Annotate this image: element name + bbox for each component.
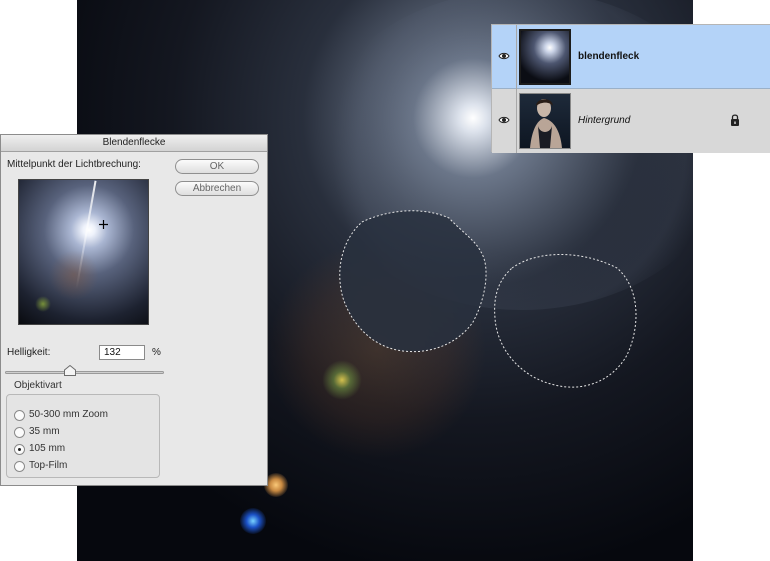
- layer-row-blendenfleck[interactable]: blendenfleck: [492, 25, 770, 89]
- layer-row-hintergrund[interactable]: Hintergrund: [492, 89, 770, 153]
- brightness-unit: %: [152, 347, 161, 358]
- radio-label[interactable]: 35 mm: [29, 426, 60, 437]
- crosshair-icon[interactable]: [99, 220, 108, 229]
- dialog-title: Blendenflecke: [102, 137, 166, 148]
- radio-selected-dot: [18, 448, 21, 451]
- brightness-label: Helligkeit:: [7, 347, 51, 358]
- dialog-titlebar[interactable]: Blendenflecke: [1, 135, 267, 152]
- selection-outline-blob: [494, 254, 637, 388]
- radio-105mm[interactable]: [14, 444, 25, 455]
- preview-spot-orange: [49, 250, 99, 300]
- layer-name[interactable]: Hintergrund: [578, 115, 630, 126]
- layer-name[interactable]: blendenfleck: [578, 51, 639, 62]
- radio-top-film[interactable]: [14, 461, 25, 472]
- visibility-column: [492, 25, 517, 89]
- eye-icon[interactable]: [498, 50, 510, 62]
- radio-label[interactable]: 105 mm: [29, 443, 65, 454]
- layer-thumbnail-flare[interactable]: [519, 29, 571, 85]
- center-label: Mittelpunkt der Lichtbrechung:: [7, 159, 141, 170]
- preview-spot-green: [35, 296, 51, 312]
- brightness-slider-track[interactable]: [5, 371, 164, 374]
- layer-thumbnail-portrait[interactable]: [519, 93, 571, 149]
- radio-label[interactable]: 50-300 mm Zoom: [29, 409, 108, 420]
- radio-label[interactable]: Top-Film: [29, 460, 67, 471]
- cancel-button[interactable]: Abbrechen: [175, 181, 259, 196]
- radio-35mm[interactable]: [14, 427, 25, 438]
- brightness-input[interactable]: [99, 345, 145, 360]
- slider-thumb-icon[interactable]: [64, 365, 76, 376]
- visibility-column: [492, 89, 517, 153]
- woman-portrait-icon: [530, 99, 562, 148]
- flare-preview[interactable]: [18, 179, 149, 325]
- eye-icon[interactable]: [498, 114, 510, 126]
- lens-type-group: 50-300 mm Zoom 35 mm 105 mm Top-Film: [6, 394, 160, 478]
- ok-button[interactable]: OK: [175, 159, 259, 174]
- layers-panel: blendenfleck Hintergrund: [491, 24, 770, 153]
- lock-icon: [731, 114, 739, 126]
- selection-filled-blob: [339, 210, 487, 353]
- lens-group-label: Objektivart: [14, 380, 62, 391]
- radio-zoom[interactable]: [14, 410, 25, 421]
- lens-flare-dialog: Blendenflecke Mittelpunkt der Lichtbrech…: [0, 134, 268, 486]
